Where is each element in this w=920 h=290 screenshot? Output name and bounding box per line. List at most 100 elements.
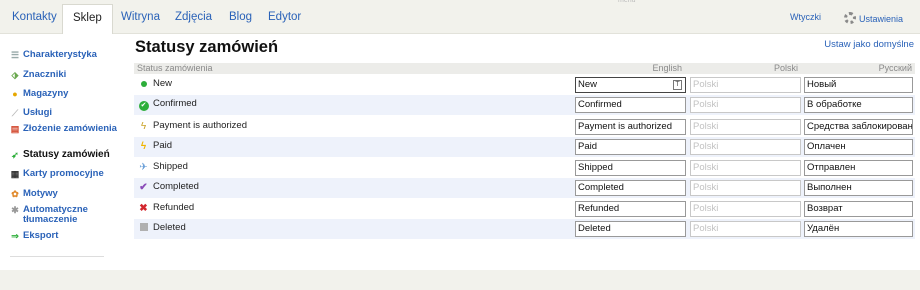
sidebar-item-label: Usługi <box>23 107 53 118</box>
green-dot-icon <box>138 79 149 90</box>
sidebar-item-label: Automatyczne tłumaczenie <box>23 204 88 225</box>
page-title: Statusy zamówień <box>135 38 279 56</box>
lightning-outline-icon: ϟ <box>140 121 147 132</box>
russian-name-field[interactable]: Новый <box>804 77 913 93</box>
english-name-field[interactable]: Deleted <box>575 221 686 237</box>
russian-name-field[interactable]: Отправлен <box>804 160 913 176</box>
tab-blog[interactable]: Blog <box>229 7 252 27</box>
gear-icon <box>844 12 856 24</box>
tab-zdjecia[interactable]: Zdjęcia <box>175 7 212 27</box>
translate-icon: ✱ <box>11 205 19 215</box>
russian-name-field[interactable]: Выполнен <box>804 180 913 196</box>
column-header-polski: Polski <box>773 63 798 73</box>
sidebar-item-label: Znaczniki <box>23 69 67 80</box>
sidebar-item-label: Statusy zamówień <box>23 149 110 160</box>
sidebar-divider <box>10 256 104 257</box>
sidebar-item-karty-promocyjne[interactable]: ▦ Karty promocyjne <box>10 168 118 180</box>
sidebar-item-motywy[interactable]: ✿ Motywy <box>10 188 118 200</box>
table-row: ✖ Refunded Refunded Polski Возврат <box>134 199 915 219</box>
polish-name-field[interactable]: Polski <box>690 221 801 237</box>
plane-icon: ✈ <box>139 162 148 173</box>
column-header-russian: Русский <box>878 63 912 73</box>
table-row: Deleted Deleted Polski Удалён <box>134 219 915 239</box>
green-check-icon: ✔ <box>138 99 149 111</box>
polish-name-field[interactable]: Polski <box>690 201 801 217</box>
tab-witryna[interactable]: Witryna <box>121 7 160 27</box>
status-name: Confirmed <box>153 98 197 109</box>
red-x-icon: ✖ <box>139 203 148 214</box>
theme-icon: ✿ <box>11 189 19 199</box>
status-name: Deleted <box>153 222 186 233</box>
tab-sklep[interactable]: Sklep <box>62 4 113 35</box>
sidebar-item-charakterystyka[interactable]: ☰ Charakterystyka <box>10 49 118 61</box>
list-icon: ☰ <box>10 50 20 60</box>
footer-bar <box>0 270 920 290</box>
sidebar-item-label: Złożenie zamówienia <box>23 123 117 134</box>
english-name-field[interactable]: Shipped <box>575 160 686 176</box>
column-header-english: English <box>652 63 682 73</box>
status-name: Completed <box>153 181 199 192</box>
translate-icon[interactable]: T <box>673 80 682 90</box>
sidebar-item-label: Eksport <box>23 230 59 241</box>
status-name: Shipped <box>153 161 188 172</box>
table-row: ϟ Paid Paid Polski Оплачен <box>134 137 915 157</box>
polish-name-field[interactable]: Polski <box>690 139 801 155</box>
sidebar-item-label: Motywy <box>23 188 58 199</box>
table-row: ✔ Completed Completed Polski Выполнен <box>134 178 915 198</box>
sidebar-item-label: Magazyny <box>23 88 69 99</box>
sidebar-item-uslugi[interactable]: ⟋ Usługi <box>10 107 118 119</box>
arrow-right-icon: ⇒ <box>11 231 19 241</box>
english-name-field[interactable]: Refunded <box>575 201 686 217</box>
table-row: New New T Polski Новый <box>134 75 915 95</box>
table-row: ✔ Confirmed Confirmed Polski В обработке <box>134 95 915 115</box>
status-name: New <box>153 78 173 89</box>
plugins-link[interactable]: Wtyczki <box>790 12 821 22</box>
english-name-field[interactable]: Paid <box>575 139 686 155</box>
english-name-field[interactable]: Completed <box>575 180 686 196</box>
status-icon: ➶ <box>11 150 19 160</box>
table-header: Status zamówienia English Polski Русский <box>134 63 915 74</box>
tab-kontakty[interactable]: Kontakty <box>12 7 57 27</box>
polish-name-field[interactable]: Polski <box>690 97 801 113</box>
calendar-icon: ▤ <box>10 124 20 134</box>
russian-name-field[interactable]: Средства заблокированы <box>804 119 913 135</box>
status-name: Paid <box>153 140 173 151</box>
sidebar-item-eksport[interactable]: ⇒ Eksport <box>10 230 118 242</box>
status-name: Refunded <box>153 202 195 213</box>
top-navigation: menu Kontakty Sklep Witryna Zdjęcia Blog… <box>0 0 920 35</box>
column-header-status: Status zamówienia <box>137 63 213 73</box>
english-name-field[interactable]: Confirmed <box>575 97 686 113</box>
polish-name-field[interactable]: Polski <box>690 119 801 135</box>
sidebar-item-label: Charakterystyka <box>23 49 97 60</box>
russian-name-field[interactable]: Удалён <box>804 221 913 237</box>
sidebar-item-magazyny[interactable]: ● Magazyny <box>10 88 118 100</box>
english-name-field[interactable]: Payment is authorized <box>575 119 686 135</box>
warehouse-icon: ● <box>12 89 18 99</box>
service-icon: ⟋ <box>11 108 19 118</box>
polish-name-field[interactable]: Polski <box>690 160 801 176</box>
sidebar-item-zlozenie-zamowienia[interactable]: ▤ Złożenie zamówienia <box>10 123 118 135</box>
set-default-link[interactable]: Ustaw jako domyślne <box>824 39 914 50</box>
table-row: ✈ Shipped Shipped Polski Отправлен <box>134 158 915 178</box>
tag-icon: ⬗ <box>11 70 19 80</box>
sidebar-item-label: Karty promocyjne <box>23 168 104 179</box>
russian-name-field[interactable]: Оплачен <box>804 139 913 155</box>
russian-name-field[interactable]: Возврат <box>804 201 913 217</box>
polish-name-field[interactable]: Polski <box>690 77 801 93</box>
settings-link[interactable]: Ustawienia <box>844 12 903 24</box>
status-name: Payment is authorized <box>153 120 247 131</box>
english-name-field[interactable]: New T <box>575 77 686 93</box>
card-icon: ▦ <box>10 169 20 179</box>
sidebar-item-znaczniki[interactable]: ⬗ Znaczniki <box>10 69 118 81</box>
table-row: ϟ Payment is authorized Payment is autho… <box>134 117 915 137</box>
sidebar-item-statusy-zamowien[interactable]: ➶ Statusy zamówień <box>10 149 118 161</box>
sidebar-item-automatyczne-tlumaczenie[interactable]: ✱ Automatyczne tłumaczenie <box>10 205 118 225</box>
main-panel: ☰ Charakterystyka ⬗ Znaczniki ● Magazyny ⟋ U… <box>0 34 920 270</box>
russian-name-field[interactable]: В обработке <box>804 97 913 113</box>
polish-name-field[interactable]: Polski <box>690 180 801 196</box>
trash-icon <box>138 223 149 234</box>
menu-hint: menu <box>618 0 636 4</box>
settings-label: Ustawienia <box>859 14 904 24</box>
tab-edytor[interactable]: Edytor <box>268 7 301 27</box>
purple-check-icon: ✔ <box>139 182 148 193</box>
